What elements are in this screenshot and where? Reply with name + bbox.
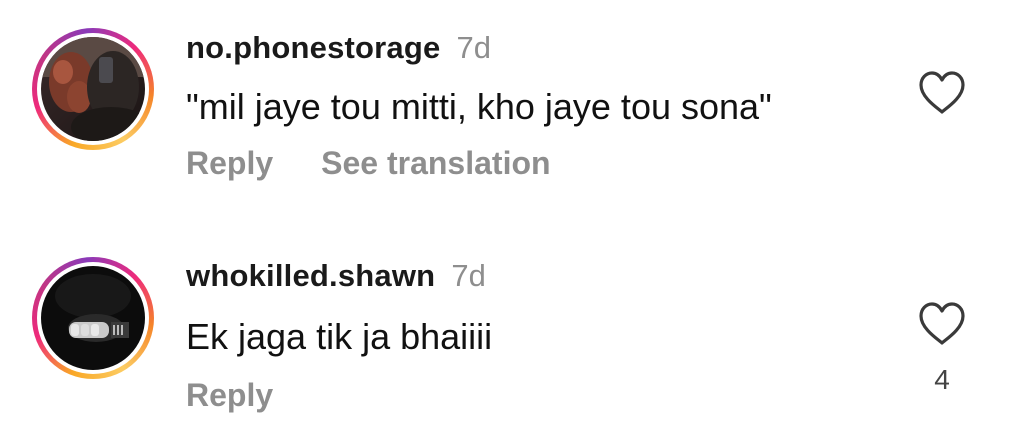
comment-actions: Reply	[186, 377, 273, 414]
like-control: 4	[915, 301, 969, 396]
comment-item: whokilled.shawn 7d Ek jaga tik ja bhaiii…	[0, 221, 1024, 442]
avatar-photo	[41, 266, 145, 370]
avatar[interactable]	[41, 266, 145, 370]
avatar-photo	[41, 37, 145, 141]
like-control	[915, 70, 969, 121]
see-translation-button[interactable]: See translation	[321, 145, 550, 182]
comment-actions: Reply See translation	[186, 145, 551, 182]
avatar[interactable]	[41, 37, 145, 141]
avatar-border	[37, 262, 149, 374]
comment-text: Ek jaga tik ja bhaiiii	[186, 316, 493, 357]
username-link[interactable]: no.phonestorage	[186, 30, 440, 66]
like-count: 4	[934, 364, 950, 395]
comment-age: 7d	[451, 258, 486, 293]
reply-button[interactable]: Reply	[186, 377, 273, 414]
heart-outline-icon[interactable]	[917, 302, 967, 351]
comment-item: no.phonestorage 7d "mil jaye tou mitti, …	[0, 0, 1024, 221]
avatar-border	[37, 33, 149, 145]
username-link[interactable]: whokilled.shawn	[186, 258, 435, 294]
comment-text: "mil jaye tou mitti, kho jaye tou sona"	[186, 86, 772, 127]
story-ring[interactable]	[32, 28, 154, 150]
comment-header: no.phonestorage 7d	[186, 30, 491, 66]
reply-button[interactable]: Reply	[186, 145, 273, 182]
comment-age: 7d	[456, 30, 491, 65]
heart-outline-icon[interactable]	[917, 71, 967, 120]
comment-header: whokilled.shawn 7d	[186, 258, 486, 294]
story-ring[interactable]	[32, 257, 154, 379]
